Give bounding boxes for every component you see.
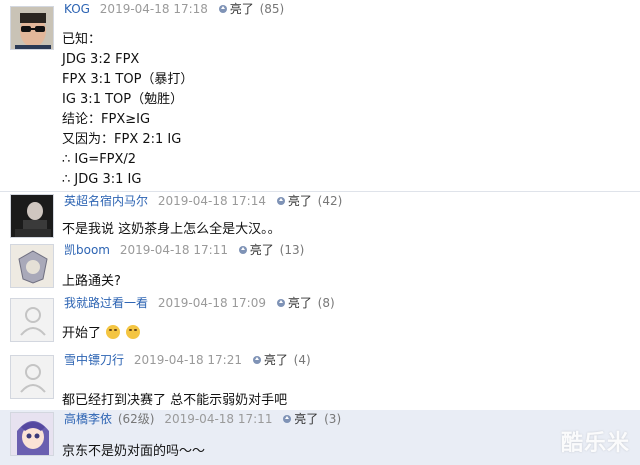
timestamp: 2019-04-18 17:14: [157, 194, 266, 208]
username[interactable]: KOG: [64, 2, 90, 16]
username[interactable]: 雪中镖刀行: [64, 353, 124, 367]
comment-text-line: ∴ IG=FPX/2: [62, 152, 137, 167]
comment-6: 高橋李依 (62级) 2019-04-18 17:11 亮了 (3) 京东不是奶…: [0, 410, 640, 465]
comment-text-line: 又因为：FPX 2:1 IG: [62, 132, 182, 147]
avatar[interactable]: [10, 244, 54, 288]
username[interactable]: 高橋李依: [64, 412, 112, 426]
comment-3: 凯boom 2019-04-18 17:11 亮了 (13) 上路通关?: [0, 241, 640, 293]
default-avatar-icon: [11, 356, 53, 398]
like-icon: [276, 299, 285, 307]
like-label: 亮了: [294, 412, 319, 426]
username[interactable]: 英超名宿内马尔: [64, 194, 148, 208]
comment-header: KOG 2019-04-18 17:18 亮了 (85): [64, 0, 284, 18]
like-icon: [283, 415, 292, 423]
like-button[interactable]: 亮了: [218, 2, 258, 16]
like-count: (8): [317, 296, 335, 310]
username[interactable]: 凯boom: [64, 243, 110, 257]
like-count: (4): [293, 353, 311, 367]
like-icon: [252, 356, 261, 364]
like-count: (85): [259, 2, 285, 16]
default-avatar-icon: [11, 299, 53, 341]
spurs-coach-icon: [11, 195, 53, 237]
avatar[interactable]: [10, 355, 54, 399]
username[interactable]: 我就路过看一看: [64, 296, 148, 310]
like-button[interactable]: 亮了: [276, 194, 316, 208]
comment-text-line: IG 3:1 TOP（勉胜）: [62, 92, 184, 107]
avatar[interactable]: [10, 6, 54, 50]
comment-1: KOG 2019-04-18 17:18 亮了 (85) 已知： JDG 3:2…: [0, 0, 640, 190]
avatar[interactable]: [10, 298, 54, 342]
like-button[interactable]: 亮了: [282, 412, 322, 426]
comment-text-line: 结论：FPX≥IG: [62, 112, 151, 127]
like-button[interactable]: 亮了: [276, 296, 316, 310]
like-count: (3): [324, 412, 342, 426]
laughing-emoji-icon: [106, 325, 121, 339]
comment-text-line: JDG 3:2 FPX: [62, 52, 140, 67]
timestamp: 2019-04-18 17:21: [133, 353, 242, 367]
comment-text-line: 京东不是奶对面的吗～～: [62, 444, 206, 459]
comment-text-line: 不是我说 这奶茶身上怎么全是大汉。。: [62, 222, 281, 237]
like-label: 亮了: [287, 296, 312, 310]
comment-text-line: 开始了: [62, 324, 141, 344]
like-button[interactable]: 亮了: [252, 353, 292, 367]
avatar[interactable]: [10, 194, 54, 238]
comment-text-line: 上路通关?: [62, 274, 121, 289]
like-count: (13): [279, 243, 305, 257]
like-label: 亮了: [229, 2, 254, 16]
comment-4: 我就路过看一看 2019-04-18 17:09 亮了 (8) 开始了: [0, 294, 640, 350]
badge-icon: [11, 245, 53, 287]
timestamp: 2019-04-18 17:09: [157, 296, 266, 310]
like-label: 亮了: [287, 194, 312, 208]
avatar[interactable]: [10, 412, 54, 456]
timestamp: 2019-04-18 17:11: [164, 412, 273, 426]
like-icon: [218, 5, 227, 13]
comment-text-line: 都已经打到决赛了 总不能示弱奶对手吧: [62, 393, 288, 408]
sunglasses-man-icon: [11, 7, 53, 49]
comment-text-line: 已知：: [62, 32, 102, 47]
like-icon: [276, 197, 285, 205]
user-level: (62级): [117, 412, 155, 426]
like-label: 亮了: [263, 353, 288, 367]
comment-text-line: FPX 3:1 TOP（暴打）: [62, 72, 194, 87]
comment-header: 我就路过看一看 2019-04-18 17:09 亮了 (8): [64, 294, 335, 312]
watermark: 酷乐米: [560, 431, 630, 456]
like-label: 亮了: [249, 243, 274, 257]
comment-header: 凯boom 2019-04-18 17:11 亮了 (13): [64, 241, 304, 259]
like-button[interactable]: 亮了: [238, 243, 278, 257]
anime-girl-icon: [11, 413, 53, 455]
like-count: (42): [317, 194, 343, 208]
comment-5: 雪中镖刀行 2019-04-18 17:21 亮了 (4) 都已经打到决赛了 总…: [0, 351, 640, 409]
comment-header: 高橋李依 (62级) 2019-04-18 17:11 亮了 (3): [64, 410, 341, 428]
comment-2: 英超名宿内马尔 2019-04-18 17:14 亮了 (42) 不是我说 这奶…: [0, 192, 640, 240]
timestamp: 2019-04-18 17:18: [99, 2, 208, 16]
comment-text-line: ∴ JDG 3:1 IG: [62, 172, 142, 187]
comment-text: 开始了: [62, 326, 102, 341]
like-icon: [238, 246, 247, 254]
comment-header: 英超名宿内马尔 2019-04-18 17:14 亮了 (42): [64, 192, 342, 210]
timestamp: 2019-04-18 17:11: [119, 243, 228, 257]
comment-header: 雪中镖刀行 2019-04-18 17:21 亮了 (4): [64, 351, 311, 369]
laughing-emoji-icon: [126, 325, 141, 339]
